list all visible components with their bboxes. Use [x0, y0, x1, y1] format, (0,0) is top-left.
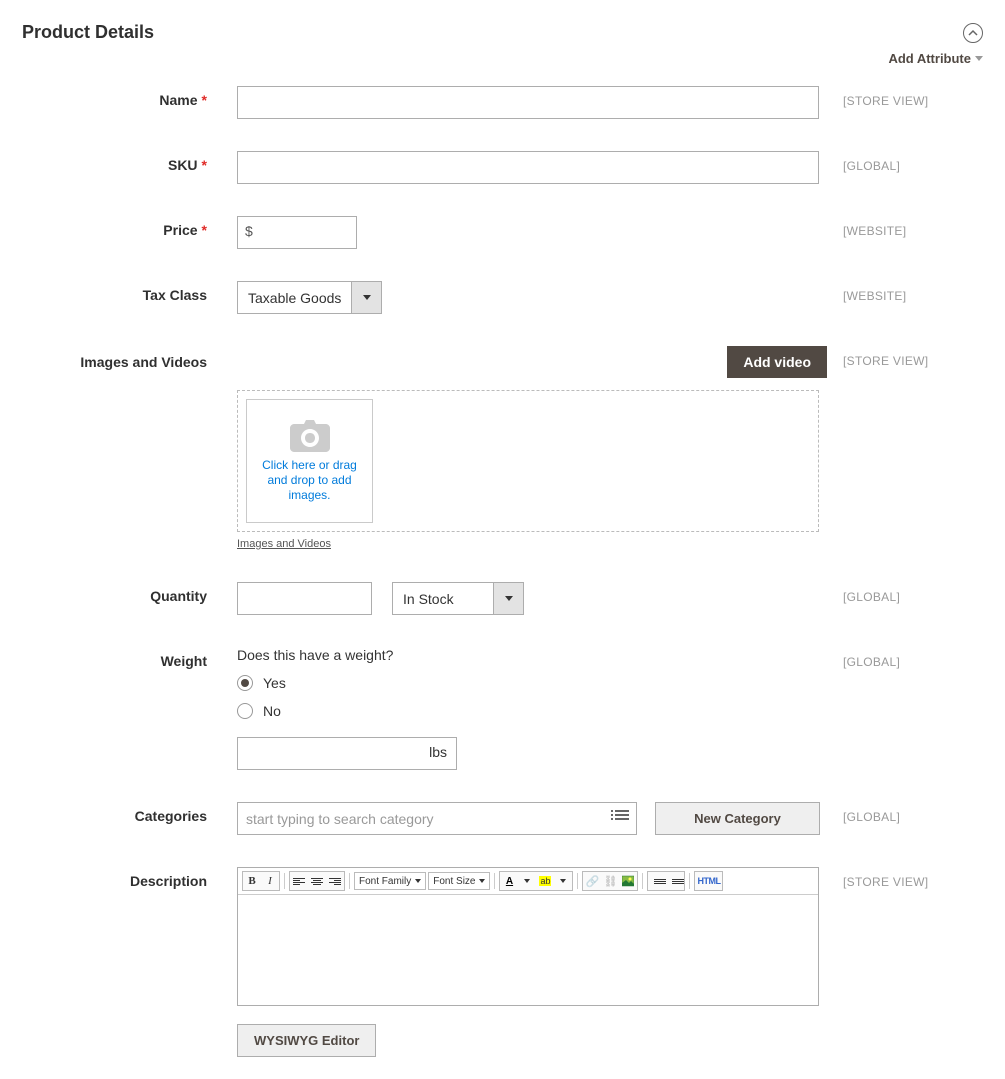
name-label: Name [159, 92, 197, 108]
images-label: Images and Videos [80, 354, 207, 370]
sku-input[interactable] [237, 151, 819, 184]
font-size-select[interactable]: Font Size [428, 872, 490, 890]
add-attribute-label: Add Attribute [888, 51, 971, 66]
upload-tile[interactable]: Click here or drag and drop to add image… [246, 399, 373, 523]
images-videos-link[interactable]: Images and Videos [237, 538, 331, 550]
weight-question: Does this have a weight? [237, 647, 827, 663]
weight-no-label: No [263, 703, 281, 719]
italic-button[interactable]: I [261, 872, 279, 890]
collapse-toggle[interactable] [963, 23, 983, 43]
sku-scope: [GLOBAL] [827, 151, 982, 173]
categories-label: Categories [135, 808, 207, 824]
stock-status-select[interactable]: In Stock [392, 582, 524, 615]
link-button[interactable]: 🔗 [583, 872, 601, 890]
description-editor: BI Font Family Font Size A ab [237, 867, 819, 1006]
sku-label: SKU [168, 157, 198, 173]
description-textarea[interactable] [238, 895, 818, 1005]
caret-down-icon [975, 56, 983, 61]
tax-class-label: Tax Class [143, 287, 207, 303]
description-label: Description [130, 873, 207, 889]
section-title: Product Details [22, 22, 154, 43]
required-asterisk: * [202, 222, 207, 238]
text-color-dropdown[interactable] [518, 872, 536, 890]
weight-radio-yes[interactable]: Yes [237, 675, 827, 691]
image-dropzone[interactable]: Click here or drag and drop to add image… [237, 390, 819, 532]
weight-label: Weight [161, 653, 207, 669]
tax-class-value: Taxable Goods [238, 282, 351, 313]
chevron-up-icon [968, 28, 978, 38]
add-attribute-button[interactable]: Add Attribute [888, 51, 983, 66]
bg-color-dropdown[interactable] [554, 872, 572, 890]
image-button[interactable] [619, 872, 637, 890]
bullet-list-button[interactable] [648, 872, 666, 890]
wysiwyg-editor-button[interactable]: WYSIWYG Editor [237, 1024, 376, 1057]
align-right-button[interactable] [326, 872, 344, 890]
quantity-input[interactable] [237, 582, 372, 615]
required-asterisk: * [202, 92, 207, 108]
weight-input[interactable] [237, 737, 457, 770]
name-input[interactable] [237, 86, 819, 119]
align-center-button[interactable] [308, 872, 326, 890]
add-video-button[interactable]: Add video [727, 346, 827, 378]
editor-toolbar: BI Font Family Font Size A ab [238, 868, 818, 895]
camera-icon [290, 420, 330, 452]
numbered-list-button[interactable] [666, 872, 684, 890]
required-asterisk: * [202, 157, 207, 173]
price-scope: [WEBSITE] [827, 216, 982, 238]
align-left-button[interactable] [290, 872, 308, 890]
upload-text: Click here or drag and drop to add image… [253, 458, 366, 503]
caret-down-icon [505, 596, 513, 601]
weight-radio-no[interactable]: No [237, 703, 827, 719]
text-color-button[interactable]: A [500, 872, 518, 890]
stock-status-value: In Stock [393, 583, 493, 614]
weight-scope: [GLOBAL] [827, 647, 982, 669]
categories-scope: [GLOBAL] [827, 802, 982, 824]
quantity-scope: [GLOBAL] [827, 582, 982, 604]
price-input[interactable] [237, 216, 357, 249]
price-label: Price [163, 222, 197, 238]
name-scope: [STORE VIEW] [827, 86, 982, 108]
description-scope: [STORE VIEW] [827, 867, 982, 889]
bg-color-button[interactable]: ab [536, 872, 554, 890]
caret-down-icon [363, 295, 371, 300]
new-category-button[interactable]: New Category [655, 802, 820, 835]
weight-unit: lbs [429, 744, 447, 760]
currency-symbol: $ [245, 223, 253, 239]
tax-class-select[interactable]: Taxable Goods [237, 281, 382, 314]
radio-icon-checked [237, 675, 253, 691]
categories-input[interactable] [237, 802, 637, 835]
list-icon[interactable] [615, 810, 629, 822]
weight-yes-label: Yes [263, 675, 286, 691]
quantity-label: Quantity [150, 588, 207, 604]
tax-class-dropdown-toggle[interactable] [351, 282, 381, 313]
bold-button[interactable]: B [243, 872, 261, 890]
unlink-button[interactable]: ⛓ [601, 872, 619, 890]
html-button[interactable]: HTML [695, 872, 722, 890]
stock-status-dropdown-toggle[interactable] [493, 583, 523, 614]
radio-icon-unchecked [237, 703, 253, 719]
font-family-select[interactable]: Font Family [354, 872, 426, 890]
tax-class-scope: [WEBSITE] [827, 281, 982, 303]
images-scope: [STORE VIEW] [827, 346, 982, 368]
